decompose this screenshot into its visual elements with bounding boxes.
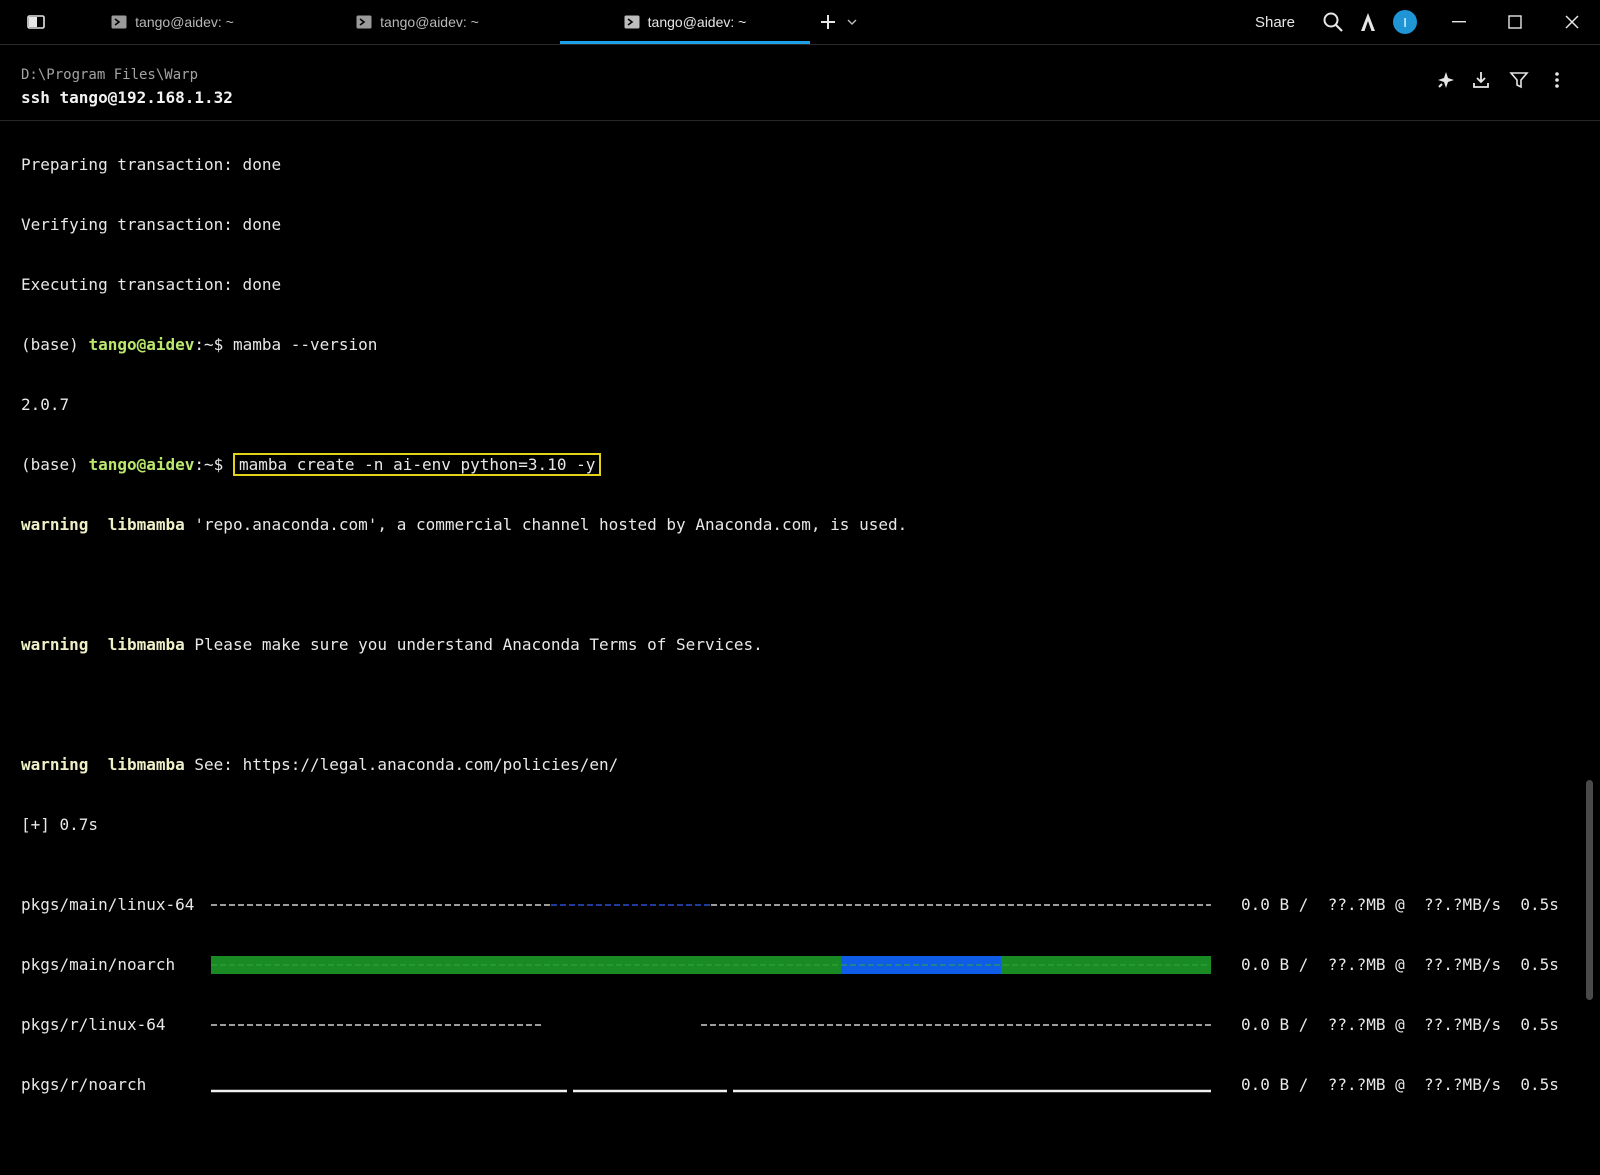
terminal-icon: [356, 15, 372, 29]
elapsed-time: [+] 0.7s: [21, 815, 99, 834]
search-icon[interactable]: [1320, 0, 1346, 44]
terminal-icon: [111, 15, 127, 29]
progress-bar-gap: [211, 1024, 1211, 1026]
minimize-icon[interactable]: [1444, 0, 1474, 44]
output-line: Verifying transaction: done: [21, 215, 282, 234]
close-icon[interactable]: [1557, 0, 1587, 44]
warp-ai-icon[interactable]: [1355, 0, 1381, 44]
download-stats: 0.0 B / ??.?MB @ ??.?MB/s 0.5s: [1241, 1015, 1559, 1034]
current-directory: D:\Program Files\Warp: [21, 67, 199, 83]
output-line: Executing transaction: done: [21, 275, 282, 294]
prompt-suffix: :~$: [194, 455, 233, 474]
progress-bar-dashed: [211, 904, 1211, 906]
warning-text: 'repo.anaconda.com', a commercial channe…: [194, 515, 908, 534]
tab-1[interactable]: tango@aidev: ~: [100, 0, 245, 44]
download-row: pkgs/main/linux-64 0.0 B / ??.?MB @ ??.?…: [21, 895, 1559, 915]
warning-label: warning: [21, 635, 89, 654]
sparkle-icon[interactable]: [1433, 67, 1459, 93]
warning-text: See: https://legal.anaconda.com/policies…: [194, 755, 619, 774]
output-line: 2.0.7: [21, 395, 70, 414]
maximize-icon[interactable]: [1500, 0, 1530, 44]
block-command: ssh tango@192.168.1.32: [21, 88, 233, 107]
download-icon[interactable]: [1468, 67, 1494, 93]
output-line: Preparing transaction: done: [21, 155, 282, 174]
terminal-icon: [624, 15, 640, 29]
prompt-user: tango@aidev: [88, 335, 195, 354]
warning-lib: libmamba: [107, 755, 185, 774]
warning-lib: libmamba: [107, 635, 185, 654]
prompt-prefix: (base): [21, 335, 89, 354]
tab-label: tango@aidev: ~: [647, 14, 747, 30]
chevron-down-icon[interactable]: [844, 0, 860, 44]
warning-text: Please make sure you understand Anaconda…: [194, 635, 763, 654]
download-stats: 0.0 B / ??.?MB @ ??.?MB/s 0.5s: [1241, 1075, 1559, 1094]
command-text: mamba --version: [232, 335, 378, 354]
share-button[interactable]: Share: [1250, 0, 1300, 44]
highlighted-command: mamba create -n ai-env python=3.10 -y: [232, 453, 602, 476]
warning-lib: libmamba: [107, 515, 185, 534]
download-row: pkgs/main/noarch 0.0 B / ??.?MB @ ??.?MB…: [21, 955, 1559, 975]
new-tab-plus-icon[interactable]: [816, 0, 840, 44]
scrollbar-thumb[interactable]: [1586, 780, 1593, 1000]
avatar-initial: I: [1393, 10, 1417, 34]
warning-label: warning: [21, 515, 89, 534]
warning-line: warning libmamba 'repo.anaconda.com', a …: [21, 515, 907, 535]
warning-label: warning: [21, 755, 89, 774]
progress-bar-filled: [211, 956, 1211, 974]
download-stats: 0.0 B / ??.?MB @ ??.?MB/s 0.5s: [1241, 955, 1559, 974]
tab-label: tango@aidev: ~: [380, 14, 479, 30]
warning-line: warning libmamba See: https://legal.anac…: [21, 755, 907, 775]
warning-line: warning libmamba Please make sure you un…: [21, 635, 907, 655]
prompt-prefix: (base): [21, 455, 89, 474]
tab-2[interactable]: tango@aidev: ~: [345, 0, 490, 44]
download-row: pkgs/r/linux-64 0.0 B / ??.?MB @ ??.?MB/…: [21, 1015, 1559, 1035]
download-stats: 0.0 B / ??.?MB @ ??.?MB/s 0.5s: [1241, 895, 1559, 914]
more-options-icon[interactable]: [1544, 67, 1570, 93]
tab-3-active[interactable]: tango@aidev: ~: [560, 0, 810, 44]
terminal-output[interactable]: Preparing transaction: done Verifying tr…: [21, 115, 1559, 1115]
prompt-user: tango@aidev: [88, 455, 195, 474]
sidebar-toggle-icon[interactable]: [22, 0, 50, 44]
filter-icon[interactable]: [1506, 67, 1532, 93]
download-row: pkgs/r/noarch 0.0 B / ??.?MB @ ??.?MB/s …: [21, 1075, 1559, 1095]
block-header: D:\Program Files\Warp ssh tango@192.168.…: [0, 45, 1600, 121]
progress-bar-solid: [211, 1089, 1211, 1093]
avatar[interactable]: I: [1392, 0, 1418, 44]
prompt-line: (base) tango@aidev:~$ mamba create -n ai…: [21, 453, 907, 476]
download-channel: pkgs/r/linux-64: [21, 1015, 166, 1034]
prompt-suffix: :~$: [194, 335, 233, 354]
download-channel: pkgs/main/noarch: [21, 955, 176, 974]
download-channel: pkgs/r/noarch: [21, 1075, 147, 1094]
tab-label: tango@aidev: ~: [135, 14, 234, 30]
prompt-line: (base) tango@aidev:~$ mamba --version: [21, 335, 907, 355]
download-channel: pkgs/main/linux-64: [21, 895, 195, 914]
title-bar: tango@aidev: ~ tango@aidev: ~ tango@aide…: [0, 0, 1600, 45]
